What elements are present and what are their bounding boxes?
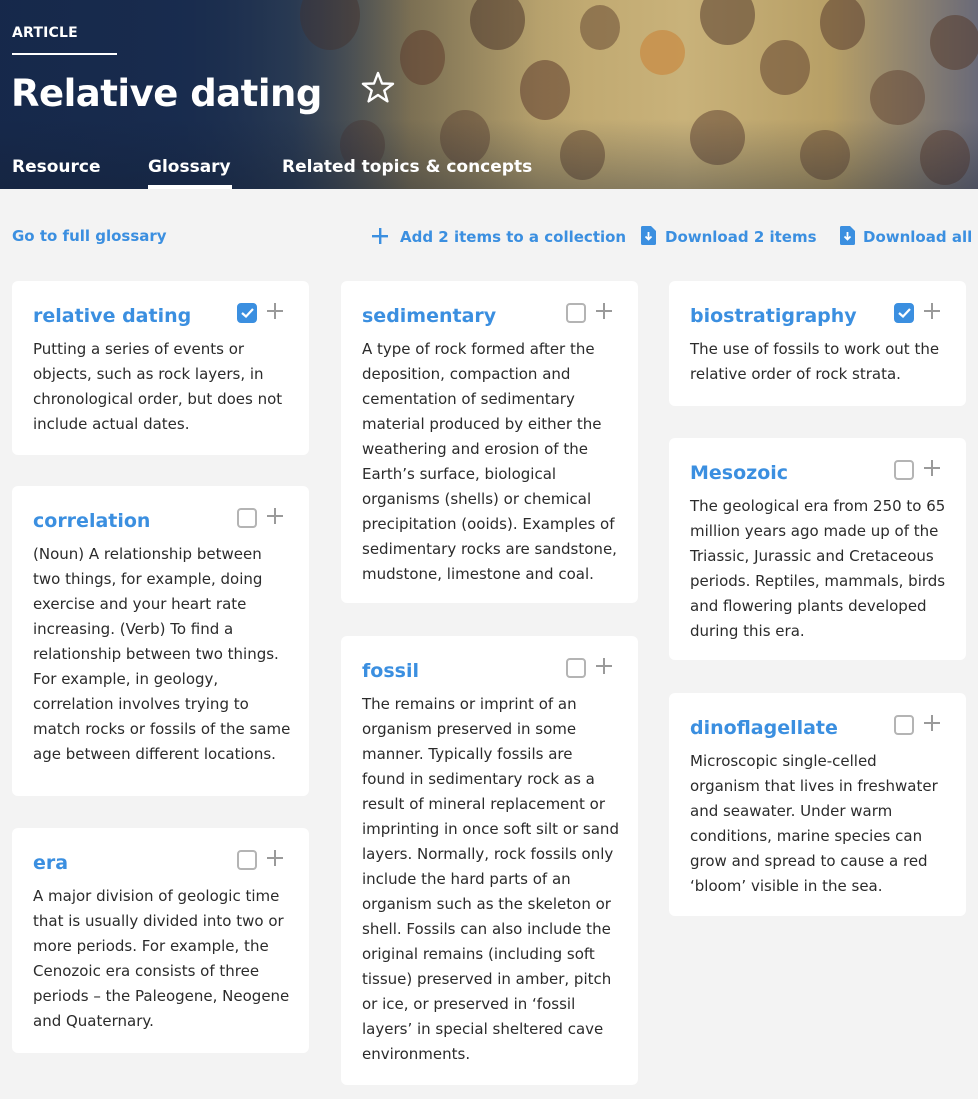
select-checkbox[interactable]: [237, 303, 257, 323]
glossary-definition: Microscopic single-celled organism that …: [690, 752, 938, 895]
add-to-collection-icon[interactable]: [922, 713, 942, 733]
add-to-collection-icon[interactable]: [265, 848, 285, 868]
download-icon[interactable]: [641, 226, 656, 245]
download-selected-button[interactable]: Download 2 items: [665, 228, 817, 246]
glossary-term: biostratigraphy: [690, 305, 857, 327]
select-checkbox[interactable]: [237, 508, 257, 528]
kicker-divider: [12, 53, 117, 55]
full-glossary-link[interactable]: Go to full glossary: [12, 227, 167, 245]
add-to-collection-icon[interactable]: [922, 458, 942, 478]
select-checkbox[interactable]: [566, 303, 586, 323]
glossary-term: fossil: [362, 660, 419, 682]
add-to-collection-icon[interactable]: [594, 656, 614, 676]
glossary-card-sedimentary: sedimentary A type of rock formed after …: [341, 281, 638, 603]
download-all-icon[interactable]: [840, 226, 855, 245]
glossary-card-correlation: correlation (Noun) A relationship betwee…: [12, 486, 309, 796]
glossary-definition: (Noun) A relationship between two things…: [33, 545, 291, 763]
favorite-star-icon[interactable]: [360, 70, 396, 104]
active-tab-indicator: [148, 185, 232, 189]
download-all-button[interactable]: Download all: [863, 228, 972, 246]
glossary-term: Mesozoic: [690, 462, 789, 484]
select-checkbox[interactable]: [894, 303, 914, 323]
glossary-definition: The use of fossils to work out the relat…: [690, 340, 940, 383]
glossary-card-dinoflagellate: dinoflagellate Microscopic single-celled…: [669, 693, 966, 916]
glossary-definition: A type of rock formed after the depositi…: [362, 340, 617, 583]
glossary-term: era: [33, 852, 69, 874]
glossary-card-mesozoic: Mesozoic The geological era from 250 to …: [669, 438, 966, 660]
add-to-collection-icon[interactable]: [265, 506, 285, 526]
select-checkbox[interactable]: [237, 850, 257, 870]
add-to-collection-button[interactable]: Add 2 items to a collection: [400, 228, 626, 246]
article-header: ARTICLE Relative dating Resource Glossar…: [0, 0, 978, 189]
glossary-card-era: era A major division of geologic time th…: [12, 828, 309, 1053]
plus-icon[interactable]: [372, 228, 388, 244]
glossary-term: dinoflagellate: [690, 717, 838, 739]
glossary-card-biostratigraphy: biostratigraphy The use of fossils to wo…: [669, 281, 966, 406]
glossary-card-fossil: fossil The remains or imprint of an orga…: [341, 636, 638, 1085]
select-checkbox[interactable]: [894, 460, 914, 480]
glossary-definition: Putting a series of events or objects, s…: [33, 340, 283, 433]
add-to-collection-icon[interactable]: [594, 301, 614, 321]
article-kicker: ARTICLE: [12, 25, 78, 41]
add-to-collection-icon[interactable]: [265, 301, 285, 321]
glossary-definition: The geological era from 250 to 65 millio…: [690, 497, 946, 640]
tab-related-topics[interactable]: Related topics & concepts: [282, 157, 532, 177]
tab-glossary[interactable]: Glossary: [148, 157, 231, 177]
select-checkbox[interactable]: [566, 658, 586, 678]
glossary-term: relative dating: [33, 305, 192, 327]
glossary-term: sedimentary: [362, 305, 497, 327]
glossary-term: correlation: [33, 510, 151, 532]
article-tabs: Resource Glossary Related topics & conce…: [0, 150, 978, 189]
page-title: Relative dating: [11, 72, 322, 115]
glossary-definition: The remains or imprint of an organism pr…: [362, 695, 619, 1063]
add-to-collection-icon[interactable]: [922, 301, 942, 321]
tab-resource[interactable]: Resource: [12, 157, 101, 177]
select-checkbox[interactable]: [894, 715, 914, 735]
glossary-card-relative-dating: relative dating Putting a series of even…: [12, 281, 309, 455]
glossary-definition: A major division of geologic time that i…: [33, 887, 290, 1030]
